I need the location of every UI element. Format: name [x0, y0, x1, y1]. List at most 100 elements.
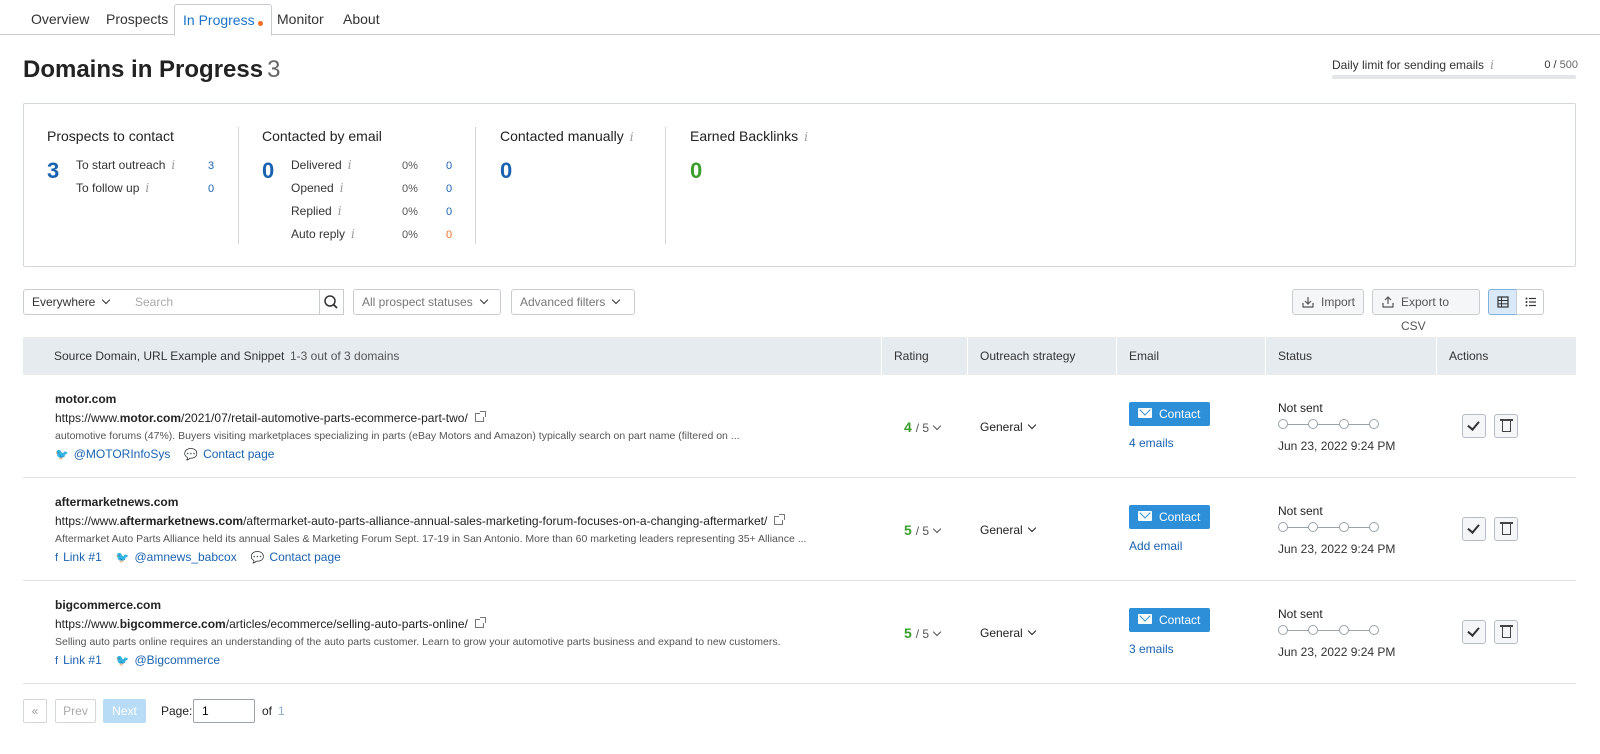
to-follow-up-value[interactable]: 0 — [208, 183, 214, 195]
tab-in-progress[interactable]: In Progress — [174, 4, 272, 36]
search-button[interactable] — [319, 289, 344, 315]
table-row: bigcommerce.com https://www.bigcommerce.c… — [23, 581, 1576, 684]
check-icon — [1467, 521, 1480, 534]
domains-count: 1-3 out of 3 domains — [290, 349, 400, 363]
url-domain: motor.com — [119, 411, 182, 425]
url-prefix: https://www. — [55, 617, 120, 631]
auto-reply-value[interactable]: 0 — [446, 229, 452, 241]
rating[interactable]: 5 / 5 — [904, 522, 942, 538]
status-date: Jun 23, 2022 9:24 PM — [1278, 542, 1396, 556]
opened-text: Opened — [291, 181, 334, 195]
search-input[interactable] — [120, 289, 320, 315]
url-example[interactable]: https://www.motor.com/2021/07/retail-aut… — [55, 411, 486, 425]
prospect-link-text: Contact page — [269, 550, 341, 564]
contacted-manually-total: 0 — [500, 158, 513, 183]
prospect-link[interactable]: 💬 Contact page — [251, 550, 341, 564]
rating[interactable]: 5 / 5 — [904, 625, 942, 641]
outreach-strategy-dropdown[interactable]: General — [980, 420, 1036, 434]
mark-done-button[interactable] — [1462, 414, 1486, 438]
opened-value[interactable]: 0 — [446, 183, 452, 195]
email-link[interactable]: 4 emails — [1129, 436, 1174, 450]
rating-value: 5 — [904, 522, 912, 538]
delete-button[interactable] — [1494, 517, 1518, 541]
advanced-filters-dropdown[interactable]: Advanced filters — [511, 289, 635, 315]
info-icon[interactable]: i — [338, 204, 342, 218]
prospect-links: f Link #1 🐦 @Bigcommerce — [55, 653, 234, 667]
mark-done-button[interactable] — [1462, 620, 1486, 644]
prev-page-button[interactable]: Prev — [55, 699, 96, 723]
daily-limit-progress-bar — [1332, 75, 1576, 79]
next-page-button[interactable]: Next — [103, 699, 146, 723]
external-link-icon[interactable] — [774, 514, 786, 525]
info-icon[interactable]: i — [630, 130, 634, 144]
external-link-icon[interactable] — [474, 617, 486, 628]
prospect-link[interactable]: f Link #1 — [55, 653, 102, 667]
import-button[interactable]: Import — [1292, 289, 1364, 315]
column-source[interactable]: Source Domain, URL Example and Snippet — [54, 349, 284, 363]
column-separator — [881, 337, 882, 375]
delete-button[interactable] — [1494, 414, 1518, 438]
outreach-strategy-dropdown[interactable]: General — [980, 626, 1036, 640]
column-rating[interactable]: Rating — [894, 349, 929, 363]
list-view-toggle[interactable] — [1516, 289, 1544, 315]
info-icon[interactable]: i — [348, 158, 352, 172]
trash-icon — [1502, 421, 1511, 432]
column-status[interactable]: Status — [1278, 349, 1312, 363]
source-domain[interactable]: aftermarketnews.com — [55, 495, 178, 509]
url-domain: bigcommerce.com — [119, 617, 226, 631]
rating[interactable]: 4 / 5 — [904, 419, 942, 435]
export-csv-button[interactable]: Export to CSV — [1372, 289, 1480, 333]
table-view-toggle[interactable] — [1488, 289, 1517, 315]
contact-button[interactable]: Contact — [1129, 608, 1210, 632]
contact-button[interactable]: Contact — [1129, 402, 1210, 426]
column-outreach-strategy[interactable]: Outreach strategy — [980, 349, 1075, 363]
url-example[interactable]: https://www.aftermarketnews.com/aftermar… — [55, 514, 786, 528]
scope-dropdown[interactable]: Everywhere — [23, 289, 121, 315]
status-step — [1369, 625, 1379, 635]
tab-overview[interactable]: Overview — [23, 4, 97, 35]
column-email[interactable]: Email — [1129, 349, 1159, 363]
first-page-button[interactable]: « — [23, 699, 47, 723]
contact-button[interactable]: Contact — [1129, 505, 1210, 529]
outreach-strategy-dropdown[interactable]: General — [980, 523, 1036, 537]
url-example[interactable]: https://www.bigcommerce.com/articles/eco… — [55, 617, 486, 631]
mark-done-button[interactable] — [1462, 517, 1486, 541]
rating-max: / 5 — [915, 524, 930, 538]
email-link[interactable]: 3 emails — [1129, 642, 1174, 656]
info-icon[interactable]: i — [351, 227, 355, 241]
twitter-icon: 🐦 — [115, 552, 130, 564]
auto-reply-pct: 0% — [402, 229, 418, 241]
envelope-icon — [1138, 511, 1152, 521]
info-icon[interactable]: i — [340, 181, 344, 195]
prospect-link[interactable]: 🐦 @Bigcommerce — [116, 653, 220, 667]
info-icon[interactable]: i — [804, 130, 808, 144]
info-icon[interactable]: i — [145, 181, 149, 195]
info-icon[interactable]: i — [1490, 58, 1494, 72]
delivered-value[interactable]: 0 — [446, 160, 452, 172]
source-domain[interactable]: bigcommerce.com — [55, 598, 161, 612]
source-domain[interactable]: motor.com — [55, 392, 116, 406]
url-domain: aftermarketnews.com — [119, 514, 244, 528]
prospect-links: 🐦 @MOTORInfoSys 💬 Contact page — [55, 447, 288, 461]
prospect-link[interactable]: 💬 Contact page — [184, 447, 274, 461]
page-number-input[interactable] — [193, 699, 255, 723]
page-total: 1 — [278, 704, 285, 718]
replied-value[interactable]: 0 — [446, 206, 452, 218]
email-link[interactable]: Add email — [1129, 539, 1182, 553]
external-link-icon[interactable] — [474, 411, 486, 422]
tab-prospects[interactable]: Prospects — [98, 4, 176, 35]
tab-monitor[interactable]: Monitor — [269, 4, 332, 35]
table-view-icon — [1497, 296, 1509, 308]
info-icon[interactable]: i — [171, 158, 175, 172]
envelope-icon — [1138, 614, 1152, 624]
prospect-link[interactable]: f Link #1 — [55, 550, 102, 564]
delete-button[interactable] — [1494, 620, 1518, 644]
prospect-link[interactable]: 🐦 @MOTORInfoSys — [55, 447, 170, 461]
prospect-status-dropdown[interactable]: All prospect statuses — [353, 289, 501, 315]
tab-about[interactable]: About — [335, 4, 388, 35]
trash-icon — [1502, 524, 1511, 535]
chevron-down-icon — [612, 295, 621, 305]
prospect-link[interactable]: 🐦 @amnews_babcox — [116, 550, 237, 564]
to-start-outreach-value[interactable]: 3 — [208, 160, 214, 172]
table-row: motor.com https://www.motor.com/2021/07/r… — [23, 375, 1576, 478]
